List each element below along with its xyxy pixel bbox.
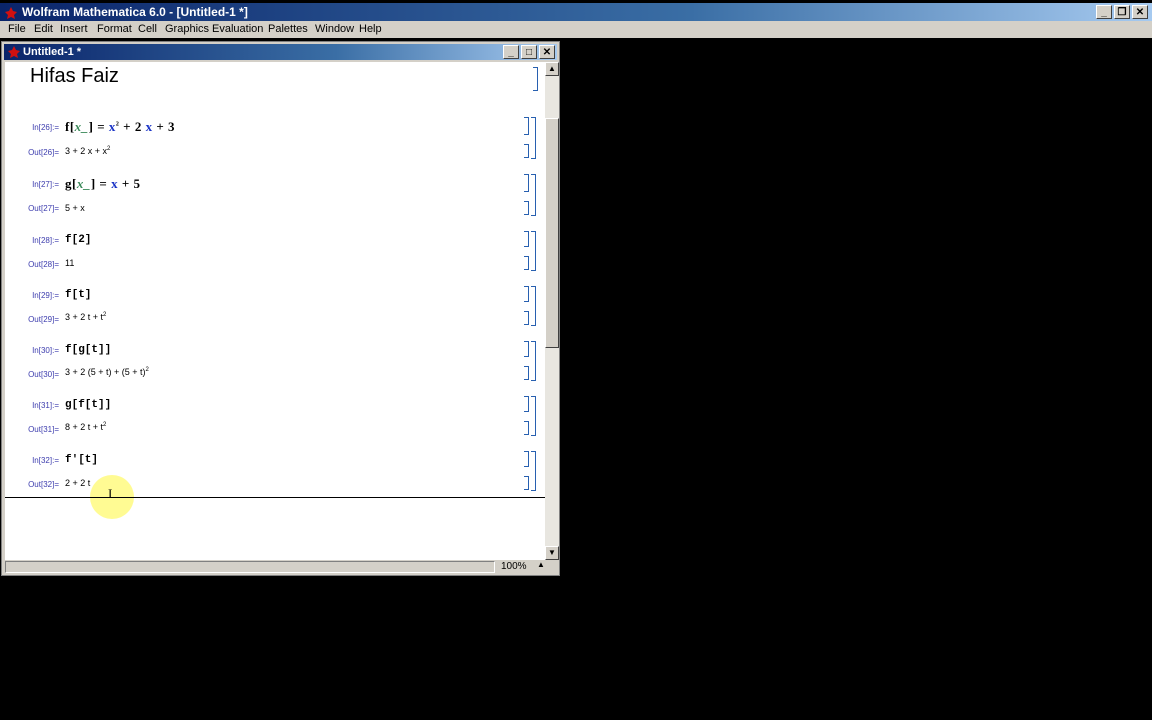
menu-insert[interactable]: Insert [60, 21, 88, 38]
output-cell-bracket[interactable] [524, 144, 529, 158]
group-bracket[interactable] [531, 286, 536, 326]
zoom-level[interactable]: 100% [501, 561, 527, 572]
input-cell-bracket[interactable] [524, 286, 529, 302]
input-expression[interactable]: f[x_] = x2 + 2 x + 3 [65, 119, 175, 135]
notebook-maximize-button[interactable]: □ [521, 45, 537, 59]
app-title: Wolfram Mathematica 6.0 - [Untitled-1 *] [22, 5, 248, 19]
title-cell[interactable]: Hifas Faiz [30, 65, 119, 88]
in-label: In[26]:= [32, 123, 59, 132]
out-label: Out[29]= [28, 315, 59, 324]
in-label: In[31]:= [32, 401, 59, 410]
input-cell-bracket[interactable] [524, 231, 529, 247]
ibeam-cursor-icon: I [108, 486, 113, 501]
out-label: Out[32]= [28, 480, 59, 489]
menu-evaluation[interactable]: Evaluation [212, 21, 263, 38]
out-label: Out[26]= [28, 148, 59, 157]
input-cell-bracket[interactable] [524, 451, 529, 467]
notebook-title: Untitled-1 * [23, 46, 82, 58]
scroll-down-arrow-icon[interactable]: ▼ [545, 546, 559, 560]
input-cell-bracket[interactable] [524, 174, 529, 192]
group-bracket[interactable] [531, 396, 536, 436]
input-expression[interactable]: f'[t] [65, 454, 98, 466]
group-bracket[interactable] [531, 174, 536, 216]
output-expression[interactable]: 11 [65, 258, 74, 268]
out-label: Out[30]= [28, 370, 59, 379]
notebook-close-button[interactable]: ✕ [539, 45, 555, 59]
input-expression[interactable]: f[g[t]] [65, 344, 111, 356]
in-label: In[29]:= [32, 291, 59, 300]
in-label: In[27]:= [32, 180, 59, 189]
input-cell-bracket[interactable] [524, 117, 529, 135]
notebook-window: Untitled-1 * _ □ ✕ Hifas Faiz In[26]:= f… [1, 41, 560, 576]
notebook-icon [8, 46, 20, 58]
menu-format[interactable]: Format [97, 21, 132, 38]
horizontal-scrollbar[interactable] [5, 561, 495, 573]
out-label: Out[31]= [28, 425, 59, 434]
menu-cell[interactable]: Cell [138, 21, 157, 38]
cell-insertion-line [5, 497, 545, 498]
notebook-title-bar[interactable]: Untitled-1 * _ □ ✕ [4, 44, 557, 60]
menu-edit[interactable]: Edit [34, 21, 53, 38]
zoom-menu-arrow-icon[interactable]: ▲ [537, 560, 545, 569]
output-cell-bracket[interactable] [524, 421, 529, 435]
app-title-bar[interactable]: Wolfram Mathematica 6.0 - [Untitled-1 *]… [0, 3, 1152, 21]
menu-help[interactable]: Help [359, 21, 382, 38]
output-cell-bracket[interactable] [524, 476, 529, 490]
minimize-button[interactable]: _ [1096, 5, 1112, 19]
group-bracket[interactable] [531, 451, 536, 491]
output-expression[interactable]: 8 + 2 t + t2 [65, 422, 106, 432]
notebook-content[interactable]: Hifas Faiz In[26]:= f[x_] = x2 + 2 x + 3… [5, 62, 545, 560]
input-cell-bracket[interactable] [524, 396, 529, 412]
output-expression[interactable]: 3 + 2 x + x2 [65, 146, 110, 156]
menu-graphics[interactable]: Graphics [165, 21, 209, 38]
output-cell-bracket[interactable] [524, 366, 529, 380]
output-cell-bracket[interactable] [524, 311, 529, 325]
in-label: In[28]:= [32, 236, 59, 245]
output-expression[interactable]: 5 + x [65, 203, 85, 213]
in-label: In[32]:= [32, 456, 59, 465]
close-button[interactable]: ✕ [1132, 5, 1148, 19]
menu-bar: File Edit Insert Format Cell Graphics Ev… [0, 21, 1152, 38]
input-expression[interactable]: g[f[t]] [65, 399, 111, 411]
input-expression[interactable]: f[t] [65, 289, 91, 301]
group-bracket[interactable] [531, 117, 536, 159]
output-cell-bracket[interactable] [524, 256, 529, 270]
scroll-up-arrow-icon[interactable]: ▲ [545, 62, 559, 76]
output-expression[interactable]: 3 + 2 (5 + t) + (5 + t)2 [65, 367, 149, 377]
cell-bracket[interactable] [533, 67, 538, 91]
output-expression[interactable]: 2 + 2 t [65, 478, 90, 488]
input-expression[interactable]: g[x_] = x + 5 [65, 176, 141, 192]
output-cell-bracket[interactable] [524, 201, 529, 215]
out-label: Out[28]= [28, 260, 59, 269]
menu-window[interactable]: Window [315, 21, 354, 38]
mathematica-logo-icon [5, 6, 17, 19]
input-expression[interactable]: f[2] [65, 234, 91, 246]
input-cell-bracket[interactable] [524, 341, 529, 357]
menu-palettes[interactable]: Palettes [268, 21, 308, 38]
notebook-minimize-button[interactable]: _ [503, 45, 519, 59]
output-expression[interactable]: 3 + 2 t + t2 [65, 312, 106, 322]
restore-button[interactable]: ❐ [1114, 5, 1130, 19]
group-bracket[interactable] [531, 231, 536, 271]
status-bar: 100% ▲ [5, 560, 559, 574]
group-bracket[interactable] [531, 341, 536, 381]
vertical-scrollbar[interactable]: ▲ ▼ [545, 62, 559, 560]
in-label: In[30]:= [32, 346, 59, 355]
menu-file[interactable]: File [8, 21, 26, 38]
out-label: Out[27]= [28, 204, 59, 213]
scroll-thumb[interactable] [545, 118, 559, 348]
